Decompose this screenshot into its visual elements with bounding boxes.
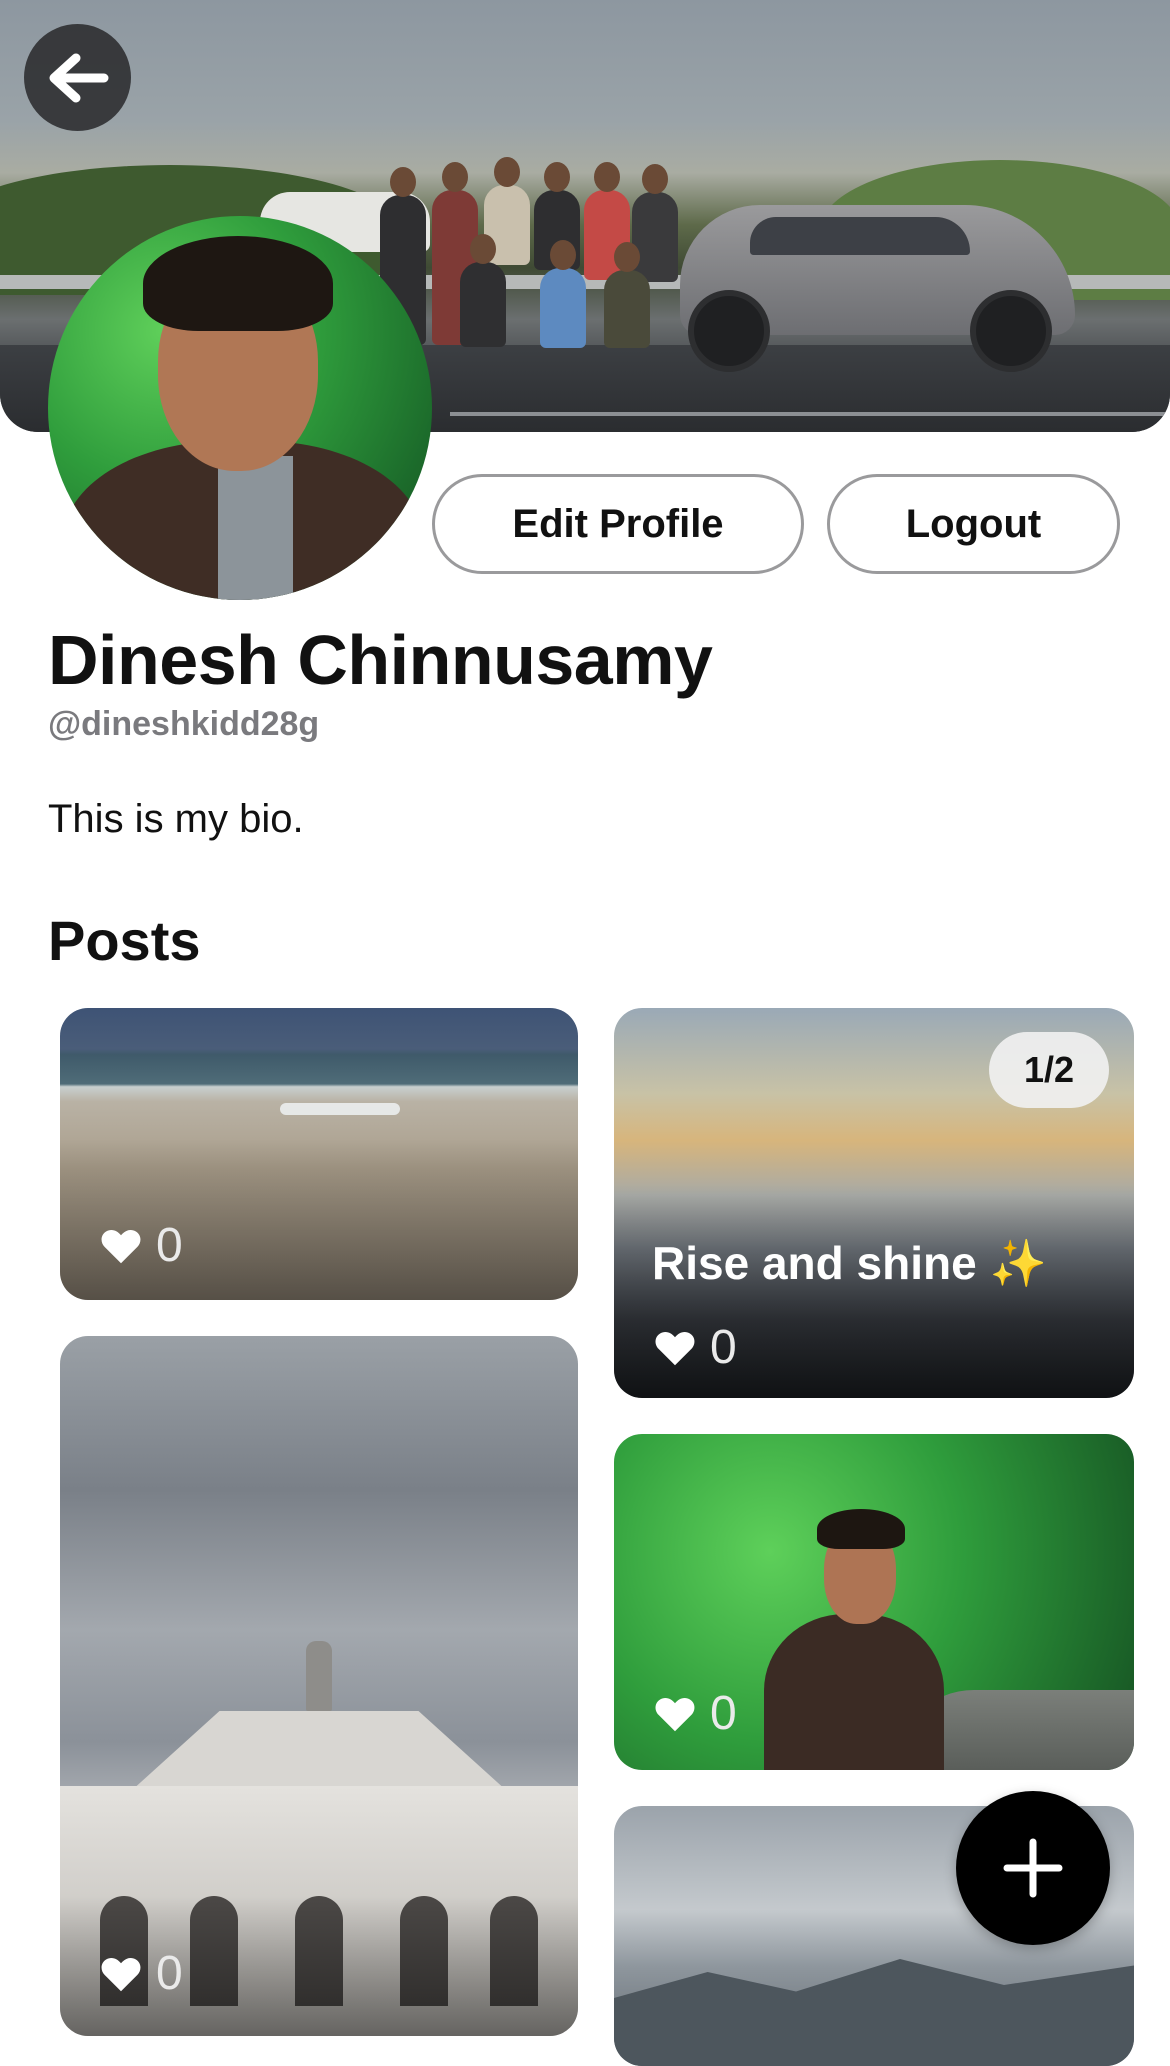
like-count-value: 0 xyxy=(710,1321,737,1374)
username: @dineshkidd28g xyxy=(48,705,320,743)
new-post-button[interactable] xyxy=(956,1791,1110,1945)
like-count[interactable]: 0 xyxy=(654,1320,737,1375)
cover-person xyxy=(632,164,678,282)
like-count[interactable]: 0 xyxy=(100,1218,183,1273)
post-card[interactable]: 0 xyxy=(60,1336,578,2036)
cover-person xyxy=(604,242,650,348)
like-count-value: 0 xyxy=(156,1219,183,1272)
arrow-left-icon xyxy=(49,53,108,102)
heart-icon xyxy=(655,1331,695,1365)
plus-icon xyxy=(1003,1838,1063,1898)
post-card[interactable]: 0 xyxy=(60,1008,578,1300)
heart-icon xyxy=(655,1697,695,1731)
cover-person xyxy=(460,234,506,347)
post-card[interactable]: 0 xyxy=(614,1434,1134,1770)
post-card[interactable]: 1/2 Rise and shine ✨ 0 xyxy=(614,1008,1134,1398)
like-count-value: 0 xyxy=(710,1687,737,1740)
logout-button[interactable]: Logout xyxy=(827,474,1120,574)
like-count[interactable]: 0 xyxy=(654,1686,737,1741)
avatar[interactable] xyxy=(48,216,432,600)
heart-icon xyxy=(101,1229,141,1263)
cover-person xyxy=(540,240,586,348)
cover-car xyxy=(680,205,1075,372)
sparkles-emoji: ✨ xyxy=(989,1237,1047,1289)
like-count[interactable]: 0 xyxy=(100,1946,183,2001)
post-caption-text: Rise and shine xyxy=(652,1237,977,1289)
like-count-value: 0 xyxy=(156,1947,183,2000)
page-indicator-badge: 1/2 xyxy=(989,1032,1109,1108)
post-caption: Rise and shine ✨ xyxy=(652,1236,1047,1291)
edit-profile-button[interactable]: Edit Profile xyxy=(432,474,804,574)
bio: This is my bio. xyxy=(48,797,304,841)
cover-road-line xyxy=(450,412,1170,416)
heart-icon xyxy=(101,1957,141,1991)
posts-heading: Posts xyxy=(48,909,201,972)
back-button[interactable] xyxy=(24,24,131,131)
display-name: Dinesh Chinnusamy xyxy=(48,621,713,699)
